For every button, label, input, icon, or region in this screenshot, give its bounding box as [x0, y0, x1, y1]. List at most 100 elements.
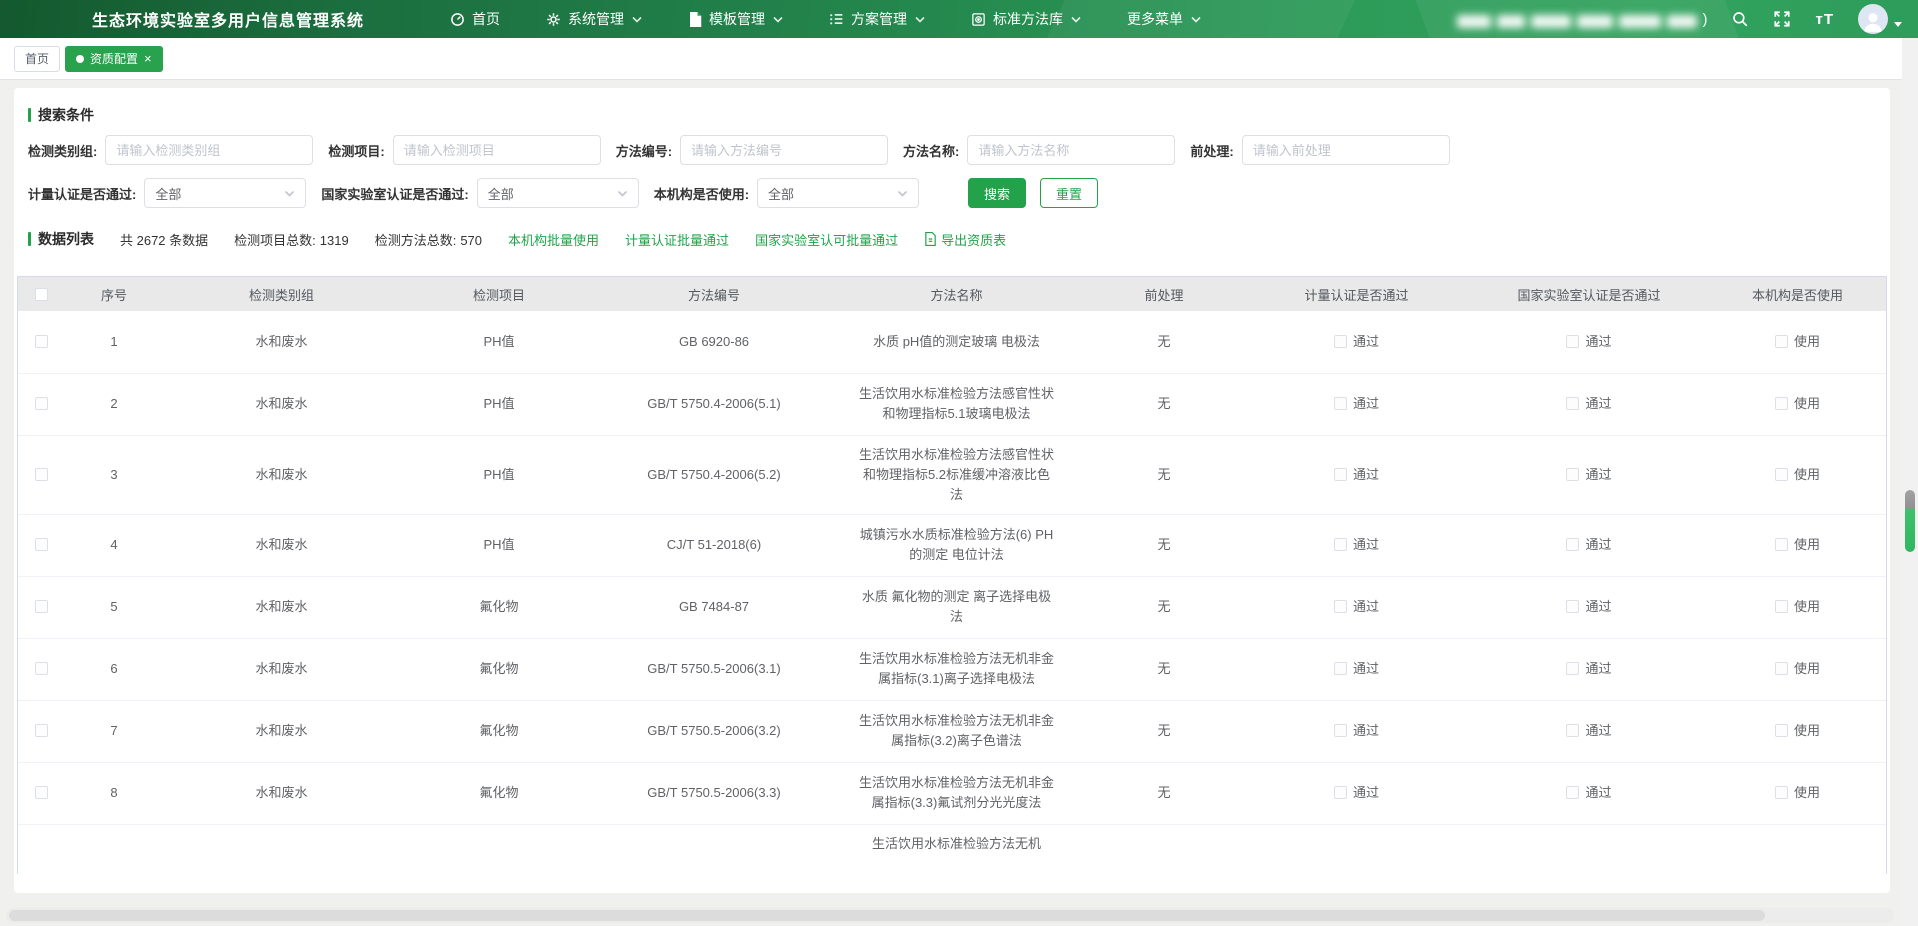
- search-icon[interactable]: [1731, 10, 1749, 28]
- metrology-cert-select[interactable]: 全部: [144, 178, 306, 208]
- metrology-pass-checkbox[interactable]: [1334, 600, 1347, 613]
- cell-pretreatment: 无: [1084, 435, 1244, 514]
- menu-item-label: 标准方法库: [993, 9, 1063, 29]
- national-pass-checkbox[interactable]: [1566, 786, 1579, 799]
- row-checkbox[interactable]: [35, 468, 48, 481]
- use-label: 使用: [1794, 467, 1820, 482]
- close-icon[interactable]: ×: [144, 52, 152, 65]
- row-checkbox[interactable]: [35, 724, 48, 737]
- tab-label: 资质配置: [90, 50, 138, 67]
- cell-name: 生活饮用水标准检验方法无机非金属指标(3.1)离子选择电极法: [857, 649, 1057, 689]
- tab-qualification-config[interactable]: 资质配置 ×: [65, 46, 163, 72]
- field-metrology-cert: 计量认证是否通过: 全部: [28, 178, 306, 208]
- tab-bar: 首页 资质配置 ×: [0, 38, 1918, 80]
- org-use-checkbox[interactable]: [1775, 335, 1788, 348]
- select-all-checkbox[interactable]: [35, 288, 48, 301]
- metrology-pass-checkbox[interactable]: [1334, 335, 1347, 348]
- national-lab-cert-select[interactable]: 全部: [477, 178, 639, 208]
- test-item-input[interactable]: [393, 135, 601, 165]
- select-value: 全部: [155, 184, 181, 203]
- metrology-pass-checkbox[interactable]: [1334, 538, 1347, 551]
- cell-item: PH值: [399, 514, 599, 576]
- chevron-down-icon: [1191, 16, 1201, 23]
- vertical-scrollbar[interactable]: [1902, 38, 1918, 926]
- org-use-checkbox[interactable]: [1775, 662, 1788, 675]
- metrology-pass-checkbox[interactable]: [1334, 468, 1347, 481]
- user-menu[interactable]: [1858, 4, 1902, 34]
- stat-value: 1319: [320, 233, 349, 248]
- national-pass-checkbox[interactable]: [1566, 538, 1579, 551]
- row-checkbox[interactable]: [35, 662, 48, 675]
- national-pass-checkbox[interactable]: [1566, 662, 1579, 675]
- national-pass-checkbox[interactable]: [1566, 600, 1579, 613]
- menu-item-home[interactable]: 首页: [450, 9, 500, 29]
- section-bar: [28, 232, 31, 246]
- menu-item-system[interactable]: 系统管理: [546, 9, 642, 29]
- menu-item-plans[interactable]: 方案管理: [829, 9, 925, 29]
- metrology-pass-checkbox[interactable]: [1334, 786, 1347, 799]
- vertical-scrollbar-thumb[interactable]: [1905, 490, 1915, 552]
- org-use-checkbox[interactable]: [1775, 600, 1788, 613]
- col-name: 方法名称: [829, 277, 1084, 311]
- horizontal-scrollbar-thumb[interactable]: [9, 910, 1765, 921]
- batch-metrology-pass-link[interactable]: 计量认证批量通过: [625, 230, 729, 249]
- use-label: 使用: [1794, 537, 1820, 552]
- document-icon: [688, 12, 702, 27]
- use-label: 使用: [1794, 785, 1820, 800]
- metrology-pass-checkbox[interactable]: [1334, 724, 1347, 737]
- org-use-checkbox[interactable]: [1775, 538, 1788, 551]
- cell-code: GB/T 5750.5-2006(3.2): [599, 700, 829, 762]
- org-use-checkbox[interactable]: [1775, 397, 1788, 410]
- batch-use-link[interactable]: 本机构批量使用: [508, 230, 599, 249]
- pass-label: 通过: [1353, 396, 1379, 411]
- category-group-input[interactable]: [105, 135, 313, 165]
- tab-home[interactable]: 首页: [14, 46, 60, 72]
- fullscreen-icon[interactable]: [1773, 10, 1791, 28]
- stat-label: 检测项目总数:: [234, 233, 316, 248]
- pass-label: 通过: [1585, 599, 1611, 614]
- tab-label: 首页: [25, 50, 49, 67]
- national-pass-checkbox[interactable]: [1566, 468, 1579, 481]
- org-use-checkbox[interactable]: [1775, 786, 1788, 799]
- batch-national-pass-link[interactable]: 国家实验室认可批量通过: [755, 230, 898, 249]
- pass-label: 通过: [1353, 785, 1379, 800]
- menu-item-standard-methods[interactable]: 标准方法库: [971, 9, 1081, 29]
- font-size-icon[interactable]: тT: [1815, 11, 1834, 28]
- filter-row-selects: 计量认证是否通过: 全部 国家实验室认证是否通过: 全部 本机构是否使用: 全部: [28, 178, 1876, 208]
- national-pass-checkbox[interactable]: [1566, 397, 1579, 410]
- reset-button[interactable]: 重置: [1040, 178, 1098, 208]
- chevron-down-icon: [617, 190, 628, 197]
- horizontal-scrollbar[interactable]: [6, 908, 1894, 923]
- pretreatment-input[interactable]: [1242, 135, 1450, 165]
- table-row: 4 水和废水 PH值 CJ/T 51-2018(6) 城镇污水水质标准检验方法(…: [18, 514, 1886, 576]
- field-test-item: 检测项目:: [328, 135, 600, 165]
- national-pass-checkbox[interactable]: [1566, 335, 1579, 348]
- cell-category: 水和废水: [164, 762, 399, 824]
- menu-item-more[interactable]: 更多菜单: [1127, 9, 1201, 29]
- org-use-select[interactable]: 全部: [757, 178, 919, 208]
- org-use-checkbox[interactable]: [1775, 724, 1788, 737]
- search-button[interactable]: 搜索: [968, 178, 1026, 208]
- export-qualification-link[interactable]: 导出资质表: [924, 230, 1006, 249]
- pass-label: 通过: [1353, 334, 1379, 349]
- method-code-input[interactable]: [680, 135, 888, 165]
- row-checkbox[interactable]: [35, 600, 48, 613]
- cell-item: PH值: [399, 373, 599, 435]
- table-row: 6 水和废水 氟化物 GB/T 5750.5-2006(3.1) 生活饮用水标准…: [18, 638, 1886, 700]
- national-pass-checkbox[interactable]: [1566, 724, 1579, 737]
- use-label: 使用: [1794, 723, 1820, 738]
- org-use-checkbox[interactable]: [1775, 468, 1788, 481]
- row-checkbox[interactable]: [35, 538, 48, 551]
- method-name-input[interactable]: [967, 135, 1175, 165]
- menu-item-label: 方案管理: [851, 9, 907, 29]
- metrology-pass-checkbox[interactable]: [1334, 397, 1347, 410]
- row-checkbox[interactable]: [35, 335, 48, 348]
- row-checkbox[interactable]: [35, 786, 48, 799]
- cell-code: GB 6920-86: [599, 311, 829, 373]
- menu-item-templates[interactable]: 模板管理: [688, 9, 783, 29]
- row-checkbox[interactable]: [35, 397, 48, 410]
- metrology-pass-checkbox[interactable]: [1334, 662, 1347, 675]
- cell-pretreatment: 无: [1084, 311, 1244, 373]
- field-label: 检测类别组:: [28, 141, 97, 160]
- field-org-use: 本机构是否使用: 全部: [654, 178, 919, 208]
